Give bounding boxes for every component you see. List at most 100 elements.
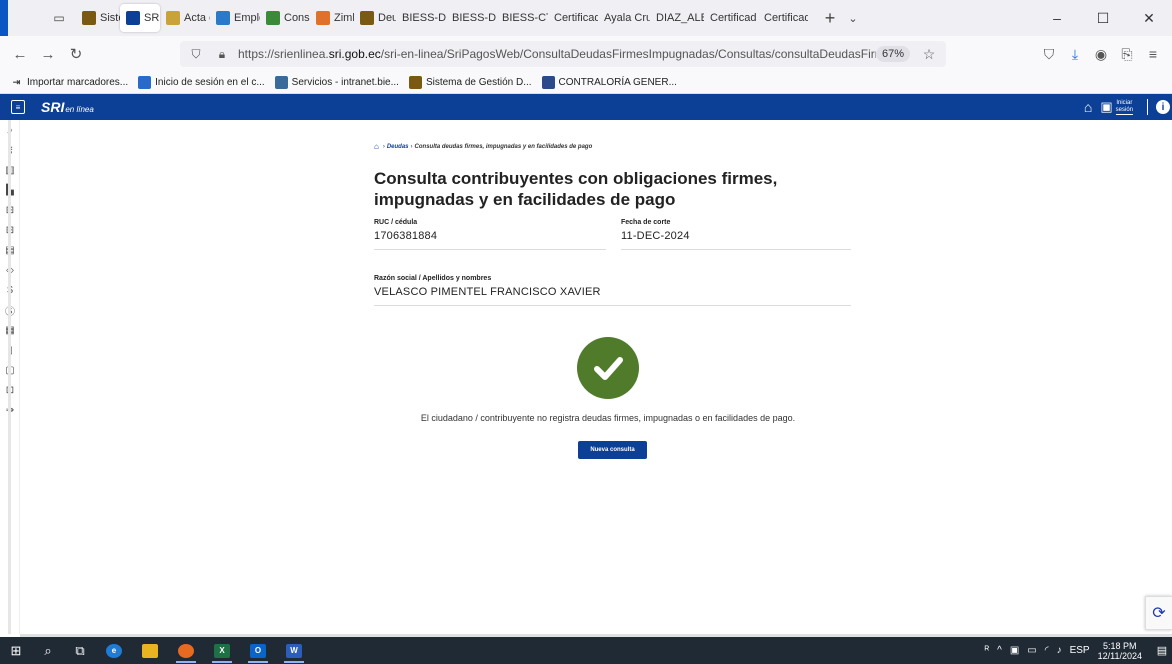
window-edge xyxy=(0,0,8,36)
menu-icon[interactable]: ≡ xyxy=(1140,41,1166,67)
browser-tab[interactable]: DIAZ_ALB xyxy=(650,4,704,32)
razon-value: VELASCO PIMENTEL FRANCISCO XAVIER xyxy=(374,286,601,298)
bookmark-item[interactable]: CONTRALORÍA GENER... xyxy=(541,76,677,89)
hamburger-menu-icon[interactable]: ≡ xyxy=(11,100,25,114)
breadcrumb-current: Consulta deudas firmes, impugnadas y en … xyxy=(414,143,593,150)
header-divider xyxy=(1147,99,1148,115)
tab-label: Deud xyxy=(378,12,396,24)
page-title: Consulta contribuyentes con obligaciones… xyxy=(374,169,778,209)
bookmark-item[interactable]: Servicios - intranet.bie... xyxy=(274,76,399,89)
extensions-icon[interactable]: ⎘ xyxy=(1114,41,1140,67)
tab-overflow-chevron-icon[interactable]: ⌄ xyxy=(842,12,864,25)
pocket-icon[interactable]: ⛉ xyxy=(1036,41,1062,67)
fecha-field: Fecha de corte 11-DEC-2024 xyxy=(621,219,851,250)
sri-shield-icon xyxy=(360,11,374,25)
forward-icon[interactable]: → xyxy=(34,40,62,68)
zoom-level[interactable]: 67% xyxy=(875,46,910,62)
tray-app-icon[interactable]: ▣ xyxy=(1010,645,1019,656)
bookmark-label: CONTRALORÍA GENER... xyxy=(558,77,677,88)
sri-logo[interactable]: SRIen línea xyxy=(41,99,94,115)
tab-list-icon[interactable]: ▭ xyxy=(48,7,70,29)
razon-label: Razón social / Apellidos y nombres xyxy=(374,275,492,282)
tab-label: Sistem xyxy=(100,12,120,24)
bookmarks-bar: ⇥ Importar marcadores... Inicio de sesión … xyxy=(0,72,1172,94)
rail-scroll-track[interactable] xyxy=(8,120,11,634)
firefox-app-icon[interactable] xyxy=(168,637,204,664)
browser-tab[interactable]: BIESS-CTE xyxy=(496,4,548,32)
browser-tab[interactable]: SRI✕ xyxy=(120,4,160,32)
nueva-consulta-button[interactable]: Nueva consulta xyxy=(578,441,647,459)
breadcrumb-parent[interactable]: Deudas xyxy=(387,144,409,150)
folder-icon xyxy=(274,76,288,89)
browser-tab[interactable]: Certificad xyxy=(758,4,808,32)
clock[interactable]: 5:18 PM 12/11/2024 xyxy=(1098,641,1142,661)
lock-icon[interactable]: 🔒︎ xyxy=(212,47,232,62)
account-icon[interactable]: ◉ xyxy=(1088,41,1114,67)
tab-label: Certificad xyxy=(764,12,808,24)
file-explorer-icon[interactable] xyxy=(132,637,168,664)
tray-chevron-icon[interactable]: ^ xyxy=(997,645,1002,656)
tab-label: DIAZ_ALB xyxy=(656,12,704,24)
windows-start-icon[interactable]: ⊞ xyxy=(0,637,32,664)
browser-tab[interactable]: Zimbr xyxy=(310,4,354,32)
recaptcha-badge[interactable]: ⟳ xyxy=(1145,596,1172,630)
login-button[interactable]: ▣ Iniciar sesión xyxy=(1100,99,1133,115)
browser-tab[interactable]: Certificad xyxy=(704,4,758,32)
close-window-button[interactable]: ✕ xyxy=(1126,0,1172,36)
bookmark-label: Servicios - intranet.bie... xyxy=(291,77,399,88)
ruc-field: RUC / cédula 1706381884 xyxy=(374,219,606,250)
url-text[interactable]: https://srienlinea.sri.gob.ec/sri-en-lin… xyxy=(238,47,876,61)
download-icon[interactable]: ⤓ xyxy=(1062,41,1088,67)
browser-tab[interactable]: Ayala Cru xyxy=(598,4,650,32)
ruc-label: RUC / cédula xyxy=(374,219,418,226)
task-view-icon[interactable]: ⧉ xyxy=(64,637,96,664)
edge-app-icon[interactable]: e xyxy=(96,637,132,664)
wifi-icon[interactable]: ◜ xyxy=(1045,645,1049,656)
bookmark-item[interactable]: ⇥ Importar marcadores... xyxy=(10,76,128,89)
battery-icon[interactable]: ▭ xyxy=(1027,645,1036,656)
browser-tab[interactable]: Deud xyxy=(354,4,396,32)
breadcrumb-separator: › xyxy=(410,143,413,150)
user-card-icon: ▣ xyxy=(1100,99,1113,114)
bookmark-item[interactable]: Inicio de sesión en el c... xyxy=(138,76,265,89)
maximize-button[interactable]: ☐ xyxy=(1080,0,1126,36)
browser-tab[interactable]: Certificad xyxy=(548,4,598,32)
breadcrumb: ⌂ › Deudas › Consulta deudas firmes, imp… xyxy=(374,142,592,151)
minimize-button[interactable]: – xyxy=(1034,0,1080,36)
bookmark-item[interactable]: Sistema de Gestión D... xyxy=(408,76,532,89)
bookmark-label: Importar marcadores... xyxy=(27,77,129,88)
notifications-icon[interactable]: ▤ xyxy=(1152,644,1172,657)
browser-tab[interactable]: BIESS-DG xyxy=(396,4,446,32)
new-tab-button[interactable]: + xyxy=(818,8,842,29)
word-app-icon[interactable]: W xyxy=(276,637,312,664)
feather-icon xyxy=(166,11,180,25)
address-bar[interactable]: ⛉ 🔒︎ https://srienlinea.sri.gob.ec/sri-e… xyxy=(180,41,946,67)
browser-tab[interactable]: Emple xyxy=(210,4,260,32)
info-icon[interactable]: i xyxy=(1156,100,1170,114)
tab-label: Emple xyxy=(234,12,260,24)
home-icon[interactable]: ⌂ xyxy=(1084,99,1092,115)
breadcrumb-home-icon[interactable]: ⌂ xyxy=(374,142,379,151)
browser-tab[interactable]: Consu xyxy=(260,4,310,32)
browser-tab[interactable]: Sistem xyxy=(76,4,120,32)
shield-icon[interactable]: ⛉ xyxy=(186,47,206,62)
fecha-value: 11-DEC-2024 xyxy=(621,230,690,242)
tab-label: BIESS-DG xyxy=(402,12,446,24)
breadcrumb-separator: › xyxy=(382,143,385,150)
language-indicator[interactable]: ESP xyxy=(1070,645,1090,656)
sri-shield-icon xyxy=(408,76,422,89)
tab-label: Zimbr xyxy=(334,12,354,24)
tab-label: Consu xyxy=(284,12,310,24)
browser-tab[interactable]: Acta c xyxy=(160,4,210,32)
browser-tab[interactable]: BIESS-DG xyxy=(446,4,496,32)
tab-label: Acta c xyxy=(184,12,210,24)
reload-icon[interactable]: ↻ xyxy=(62,40,90,68)
volume-icon[interactable]: ♪ xyxy=(1057,645,1062,656)
back-icon[interactable]: ← xyxy=(6,40,34,68)
excel-app-icon[interactable]: X xyxy=(204,637,240,664)
fecha-label: Fecha de corte xyxy=(621,219,671,226)
outlook-app-icon[interactable]: O xyxy=(240,637,276,664)
search-icon[interactable]: ⌕ xyxy=(32,637,64,664)
people-icon[interactable]: ᴿ xyxy=(985,645,990,656)
bookmark-star-icon[interactable]: ☆ xyxy=(918,46,940,63)
